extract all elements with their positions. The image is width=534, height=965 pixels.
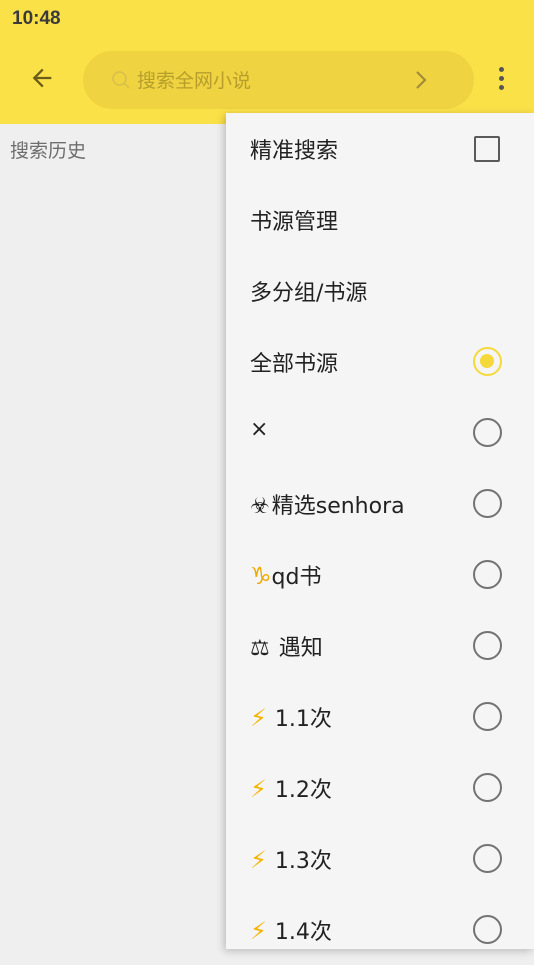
radio-button[interactable] [473, 773, 502, 802]
menu-item-label: ⚡ 1.4次 [250, 917, 332, 945]
precise-search-checkbox[interactable] [474, 136, 500, 162]
menu-item-all-sources[interactable]: 全部书源 [226, 326, 534, 397]
more-dot-icon [498, 84, 504, 90]
menu-item-label: ♑qd书 [250, 562, 322, 590]
more-dot-icon [498, 75, 504, 81]
scales-icon: ⚖ [250, 636, 270, 661]
app-bar: 10:48 搜索全网小说 [0, 0, 534, 124]
menu-item-source[interactable]: × [226, 397, 534, 468]
radio-selected[interactable] [473, 347, 502, 376]
menu-item-precise-search[interactable]: 精准搜索 [226, 113, 534, 184]
menu-item-label: ⚡ 1.2次 [250, 775, 332, 803]
radio-button[interactable] [473, 844, 502, 873]
lightning-icon: ⚡ [250, 775, 267, 803]
radio-button[interactable] [473, 418, 502, 447]
more-dot-icon [498, 66, 504, 72]
menu-item-source[interactable]: ⚡ 1.3次 [226, 823, 534, 894]
chevron-right-icon[interactable] [413, 69, 429, 91]
biohazard-icon: ☣ [250, 494, 270, 519]
lightning-icon: ⚡ [250, 846, 267, 874]
menu-item-label: 多分组/书源 [250, 281, 368, 306]
menu-item-source[interactable]: ☣精选senhora [226, 468, 534, 539]
menu-item-label: 精准搜索 [250, 139, 339, 164]
options-menu: 精准搜索 书源管理 多分组/书源 全部书源 × ☣精选senhora ♑qd书 … [226, 113, 534, 949]
radio-button[interactable] [473, 489, 502, 518]
status-time: 10:48 [12, 8, 61, 29]
radio-button[interactable] [473, 631, 502, 660]
more-menu-button[interactable] [486, 60, 516, 96]
lightning-icon: ⚡ [250, 704, 267, 732]
radio-button[interactable] [473, 560, 502, 589]
menu-item-label: ⚡ 1.3次 [250, 846, 332, 874]
search-input[interactable]: 搜索全网小说 [83, 51, 474, 109]
lightning-icon: ⚡ [250, 917, 267, 945]
search-placeholder: 搜索全网小说 [137, 70, 252, 92]
menu-item-label: ⚡ 1.1次 [250, 704, 332, 732]
arrow-left-icon [32, 68, 52, 88]
search-icon [112, 71, 130, 89]
menu-item-label: 全部书源 [250, 352, 339, 377]
menu-item-source[interactable]: ⚡ 1.1次 [226, 681, 534, 752]
menu-item-label: 书源管理 [250, 210, 339, 235]
radio-button[interactable] [473, 702, 502, 731]
search-history-label: 搜索历史 [10, 140, 87, 162]
menu-item-source[interactable]: ⚖ 遇知 [226, 610, 534, 681]
menu-item-source-management[interactable]: 书源管理 [226, 184, 534, 255]
menu-item-source[interactable]: ♑qd书 [226, 539, 534, 610]
radio-button[interactable] [473, 915, 502, 944]
menu-item-multi-group[interactable]: 多分组/书源 [226, 255, 534, 326]
menu-item-label: × [250, 417, 269, 442]
back-button[interactable] [22, 58, 62, 98]
menu-item-label: ☣精选senhora [250, 494, 405, 519]
menu-item-source[interactable]: ⚡ 1.2次 [226, 752, 534, 823]
capricorn-icon: ♑ [250, 562, 272, 590]
menu-item-label: ⚖ 遇知 [250, 636, 323, 661]
menu-item-source[interactable]: ⚡ 1.4次 [226, 894, 534, 965]
